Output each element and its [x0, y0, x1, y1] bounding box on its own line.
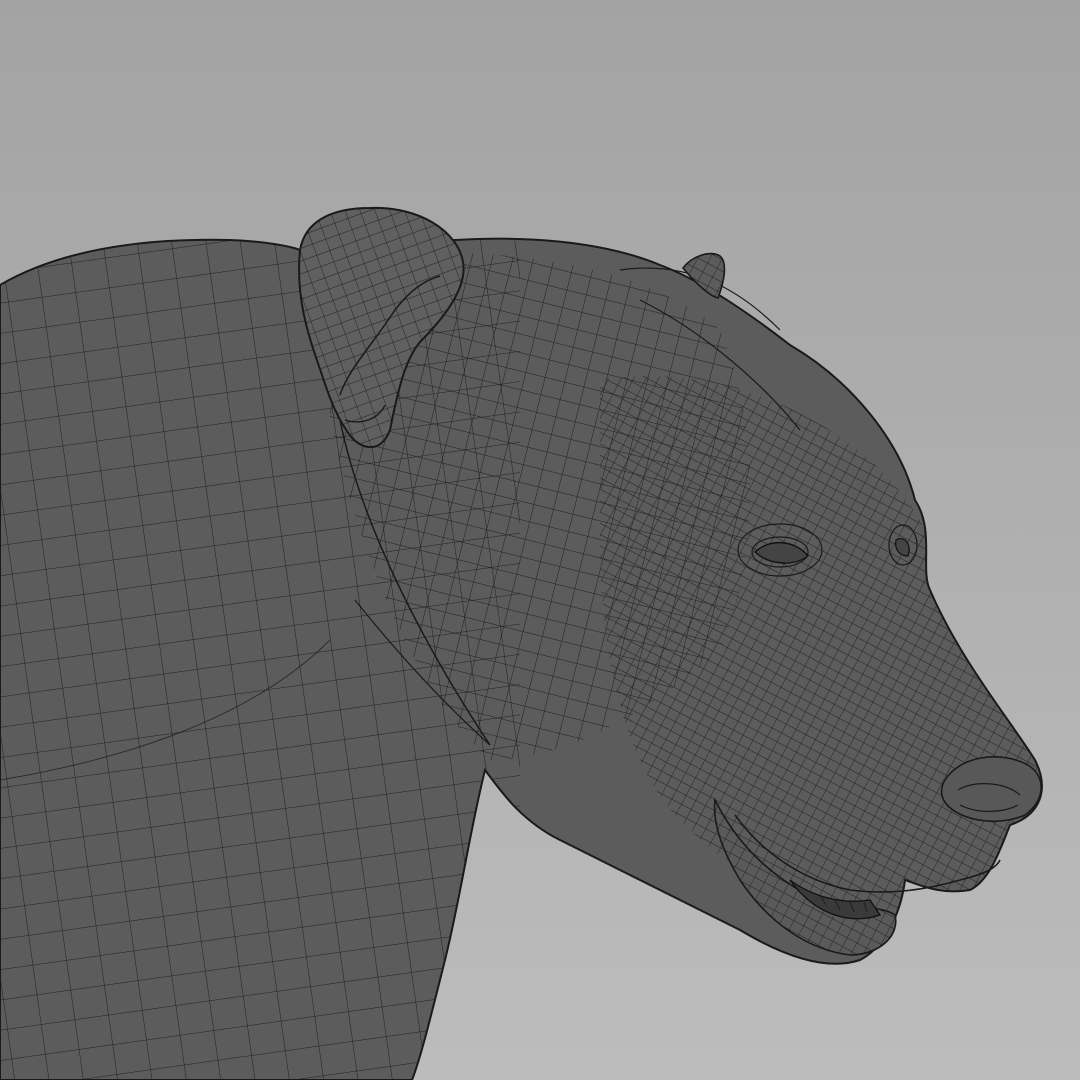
bear-wireframe-render: [0, 0, 1080, 1080]
render-viewport: [0, 0, 1080, 1080]
